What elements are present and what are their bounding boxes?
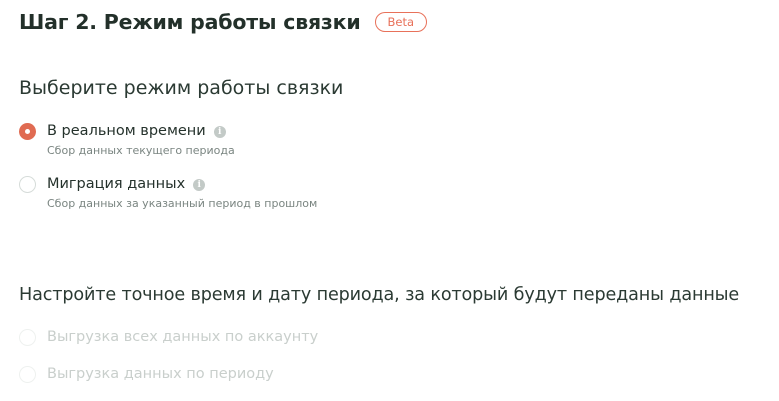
mode-option-migration[interactable]: Миграция данных i Сбор данных за указанн…: [19, 175, 317, 211]
info-icon[interactable]: i: [213, 125, 226, 138]
page-title: Шаг 2. Режим работы связки: [19, 10, 361, 34]
radio-by-period: [19, 366, 36, 383]
mode-section-title: Выберите режим работы связки: [19, 77, 344, 99]
option-label-row: Выгрузка всех данных по аккаунту: [47, 328, 318, 347]
radio-all-data: [19, 329, 36, 346]
info-icon[interactable]: i: [193, 178, 206, 191]
page-header: Шаг 2. Режим работы связки Beta: [19, 9, 428, 35]
option-label: Выгрузка всех данных по аккаунту: [47, 329, 319, 345]
option-description: Сбор данных текущего периода: [47, 144, 235, 157]
option-text: Выгрузка данных по периоду: [47, 365, 274, 384]
option-label-row: Миграция данных i: [47, 175, 317, 194]
period-option-by-period: Выгрузка данных по периоду: [19, 365, 274, 384]
period-option-all-data: Выгрузка всех данных по аккаунту: [19, 328, 318, 347]
beta-badge: Beta: [374, 12, 428, 32]
option-description: Сбор данных за указанный период в прошло…: [47, 197, 318, 210]
radio-migration[interactable]: [19, 176, 36, 193]
option-label-row: В реальном времени i: [47, 122, 235, 141]
option-text: Миграция данных i Сбор данных за указанн…: [47, 175, 317, 211]
option-label[interactable]: Миграция данных: [47, 175, 185, 194]
option-label: Выгрузка данных по периоду: [47, 366, 274, 382]
option-text: В реальном времени i Сбор данных текущег…: [47, 122, 235, 158]
period-section-title: Настройте точное время и дату периода, з…: [19, 285, 740, 305]
option-label-row: Выгрузка данных по периоду: [47, 365, 274, 384]
option-label[interactable]: В реальном времени: [47, 122, 206, 141]
option-text: Выгрузка всех данных по аккаунту: [47, 328, 318, 347]
radio-realtime[interactable]: [19, 123, 36, 140]
mode-option-realtime[interactable]: В реальном времени i Сбор данных текущег…: [19, 122, 235, 158]
